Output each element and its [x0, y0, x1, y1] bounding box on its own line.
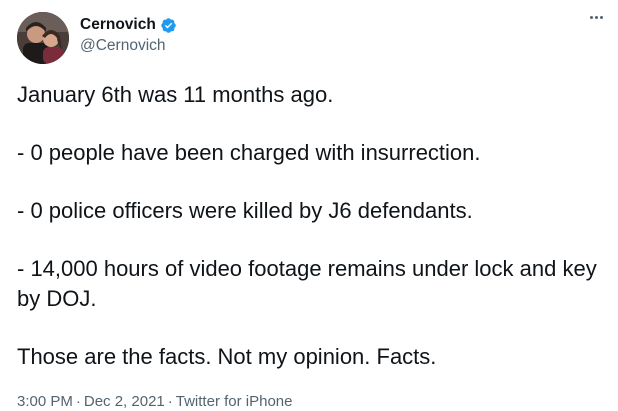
tweet-card: Cernovich @Cernovich January 6th was 11 …	[0, 0, 618, 411]
tweet-date[interactable]: Dec 2, 2021	[84, 393, 165, 410]
author-name-row[interactable]: Cernovich	[80, 16, 177, 34]
meta-separator: ·	[167, 393, 173, 410]
more-dot	[594, 15, 598, 19]
author-display-name[interactable]: Cernovich	[80, 16, 156, 34]
verified-badge-icon	[161, 17, 176, 33]
tweet-paragraph: - 14,000 hours of video footage remains …	[17, 256, 597, 311]
more-dot	[589, 15, 593, 19]
more-options-icon[interactable]	[584, 10, 608, 24]
tweet-meta: 3:00 PM · Dec 2, 2021 · Twitter for iPhone	[17, 393, 292, 411]
tweet-paragraph: - 0 people have been charged with insurr…	[17, 140, 481, 165]
tweet-source[interactable]: Twitter for iPhone	[176, 393, 293, 410]
more-dot	[599, 15, 603, 19]
tweet-paragraph: January 6th was 11 months ago.	[17, 82, 334, 107]
meta-separator: ·	[75, 393, 81, 410]
tweet-paragraph: - 0 police officers were killed by J6 de…	[17, 198, 473, 223]
avatar[interactable]	[17, 12, 69, 64]
tweet-time[interactable]: 3:00 PM	[17, 393, 73, 410]
tweet-paragraph: Those are the facts. Not my opinion. Fac…	[17, 344, 437, 369]
author-handle[interactable]: @Cernovich	[80, 37, 166, 55]
tweet-text: January 6th was 11 months ago. - 0 peopl…	[17, 80, 607, 372]
avatar-photo-icon	[17, 12, 69, 64]
